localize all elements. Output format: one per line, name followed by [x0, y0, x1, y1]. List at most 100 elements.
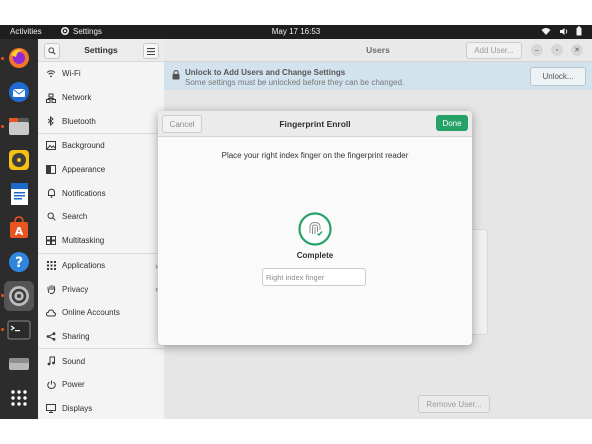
remove-user-button[interactable]: Remove User...: [418, 395, 490, 413]
terminal-icon: [7, 320, 31, 340]
infobar-title: Unlock to Add Users and Change Settings: [185, 68, 346, 77]
network-icon: [46, 93, 56, 103]
sidebar-item-background[interactable]: Background: [38, 134, 164, 158]
sidebar-item-label: Search: [62, 212, 88, 222]
sidebar-item-label: Background: [62, 141, 105, 151]
battery-icon: [576, 26, 582, 36]
sidebar-item-notifications[interactable]: Notifications: [38, 181, 164, 205]
sidebar-item-wifi[interactable]: Wi-Fi: [38, 62, 164, 86]
unlock-infobar: Unlock to Add Users and Change Settings …: [164, 62, 592, 90]
sidebar-item-label: Applications: [62, 260, 106, 270]
dock-item-disks[interactable]: [4, 349, 34, 379]
dock-item-writer[interactable]: [4, 179, 34, 209]
svg-text:?: ?: [15, 255, 23, 271]
sidebar-item-label: Wi-Fi: [62, 69, 81, 79]
dock-item-terminal[interactable]: [4, 315, 34, 345]
sidebar-item-label: Power: [62, 380, 85, 390]
sidebar-item-label: Network: [62, 93, 92, 103]
hamburger-icon: [147, 47, 155, 55]
sidebar-item-label: Privacy: [62, 284, 89, 294]
hamburger-menu-button[interactable]: [143, 43, 159, 59]
background-icon: [46, 141, 56, 151]
share-icon: [46, 331, 56, 341]
settings-sidebar: Settings Wi-Fi Network Bluetooth Backgro…: [38, 39, 165, 419]
settings-gear-icon: [9, 286, 29, 306]
finger-name-field[interactable]: [262, 268, 366, 286]
dock-item-ubuntu-software[interactable]: A: [4, 213, 34, 243]
sidebar-item-sharing[interactable]: Sharing: [38, 325, 164, 349]
volume-icon: [560, 27, 568, 35]
dock-item-settings[interactable]: [4, 281, 34, 311]
power-icon: [46, 380, 56, 390]
music-note-icon: [46, 356, 56, 366]
main-header: Users Add User... – ▫ ✕: [164, 39, 592, 62]
dock-item-help[interactable]: ?: [4, 247, 34, 277]
wifi-icon: [46, 69, 56, 79]
svg-text:A: A: [15, 225, 24, 238]
firefox-icon: [9, 48, 29, 68]
multitasking-icon: [46, 236, 56, 246]
sidebar-item-label: Bluetooth: [62, 116, 96, 126]
show-applications-button[interactable]: [4, 383, 34, 413]
sidebar-item-label: Notifications: [62, 188, 106, 198]
sidebar-item-sound[interactable]: Sound: [38, 349, 164, 373]
disk-icon: [9, 358, 29, 370]
fingerprint-enroll-dialog: Cancel Fingerprint Enroll Done Place you…: [158, 111, 472, 345]
desktop-screen: Activities Settings May 17 16:53 A ? Set…: [0, 25, 592, 419]
dock-item-rhythmbox[interactable]: [4, 145, 34, 175]
bell-icon: [46, 188, 56, 199]
bluetooth-icon: [46, 116, 56, 127]
dialog-header: Cancel Fingerprint Enroll Done: [158, 111, 472, 137]
sidebar-item-applications[interactable]: Applications ›: [38, 254, 164, 278]
sidebar-item-network[interactable]: Network: [38, 86, 164, 110]
sidebar-item-search[interactable]: Search: [38, 205, 164, 229]
sidebar-item-label: Sound: [62, 356, 86, 366]
sidebar-item-label: Online Accounts: [62, 308, 120, 318]
document-icon: [11, 183, 28, 205]
dialog-title: Fingerprint Enroll: [279, 119, 351, 129]
clock[interactable]: May 17 16:53: [0, 27, 592, 36]
display-icon: [46, 403, 56, 413]
thunderbird-icon: [9, 82, 29, 102]
fingerprint-status-icon: [298, 212, 332, 246]
system-tray[interactable]: [541, 26, 582, 36]
close-icon: ✕: [574, 47, 580, 54]
hand-icon: [46, 284, 56, 295]
enroll-status: Complete: [296, 251, 334, 260]
sidebar-item-label: Displays: [62, 403, 93, 413]
rhythmbox-icon: [9, 150, 29, 170]
sidebar-item-appearance[interactable]: Appearance: [38, 158, 164, 182]
unlock-button[interactable]: Unlock...: [530, 67, 586, 86]
appearance-icon: [46, 165, 56, 175]
page-title: Users: [366, 45, 390, 55]
wifi-icon: [541, 27, 551, 35]
sidebar-item-label: Multitasking: [62, 236, 105, 246]
close-button[interactable]: ✕: [571, 44, 583, 56]
maximize-icon: ▫: [555, 46, 559, 54]
done-button[interactable]: Done: [436, 115, 468, 131]
folder-icon: [9, 118, 29, 135]
app-grid-icon: [11, 390, 27, 406]
sidebar-item-bluetooth[interactable]: Bluetooth: [38, 109, 164, 133]
software-store-icon: A: [10, 216, 28, 238]
sidebar-item-multitasking[interactable]: Multitasking: [38, 229, 164, 253]
sidebar-header: Settings: [38, 39, 164, 62]
enroll-instruction: Place your right index finger on the fin…: [221, 151, 409, 160]
minimize-button[interactable]: –: [531, 44, 543, 56]
sidebar-item-displays[interactable]: Displays: [38, 397, 164, 419]
sidebar-item-label: Sharing: [62, 331, 90, 341]
sidebar-item-label: Appearance: [62, 165, 106, 175]
dock-item-files[interactable]: [4, 111, 34, 141]
finger-name-input[interactable]: [266, 270, 362, 284]
maximize-button[interactable]: ▫: [551, 44, 563, 56]
search-icon: [46, 212, 56, 222]
dock-item-thunderbird[interactable]: [4, 77, 34, 107]
lock-icon: [172, 70, 180, 80]
sidebar-item-power[interactable]: Power: [38, 373, 164, 397]
help-icon: ?: [9, 252, 29, 272]
add-user-button[interactable]: Add User...: [466, 42, 522, 59]
infobar-subtitle: Some settings must be unlocked before th…: [185, 78, 405, 87]
sidebar-item-privacy[interactable]: Privacy ›: [38, 277, 164, 301]
sidebar-item-online-accounts[interactable]: Online Accounts: [38, 301, 164, 325]
dock-item-firefox[interactable]: [4, 43, 34, 73]
